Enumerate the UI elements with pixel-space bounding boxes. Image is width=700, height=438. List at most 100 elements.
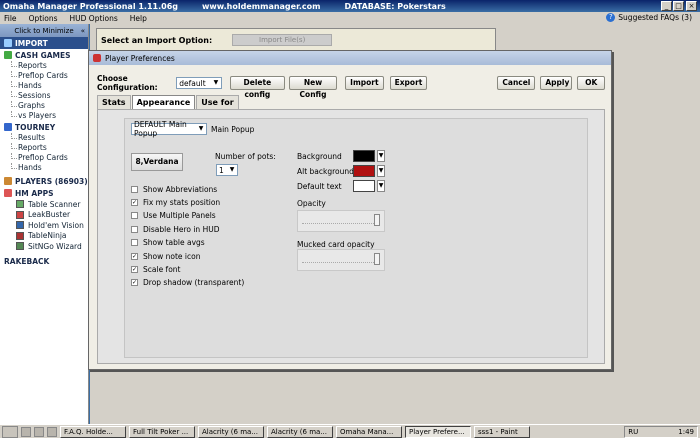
chevron-down-icon[interactable]: ▼ <box>377 165 385 177</box>
task-faq[interactable]: F.A.Q. Holde... <box>60 425 126 438</box>
checkbox[interactable] <box>131 226 138 233</box>
table-scanner-icon <box>16 200 24 209</box>
opacity-slider[interactable] <box>297 210 385 232</box>
menu-hud-options[interactable]: HUD Options <box>70 14 118 23</box>
slider-thumb[interactable] <box>374 253 380 265</box>
option-show-note-icon[interactable]: ✓ Show note icon <box>131 252 200 261</box>
sidebar-item-vs-players[interactable]: vs Players <box>0 111 88 121</box>
app-title: Omaha Manager Professional 1.11.06g <box>3 1 178 11</box>
task-paint[interactable]: sss1 - Paint <box>474 425 530 438</box>
font-button[interactable]: 8,Verdana <box>131 153 183 171</box>
appearance-panel: DEFAULT Main Popup ▼ Main Popup 8,Verdan… <box>97 109 605 364</box>
dialog-titlebar: Player Preferences <box>89 51 611 65</box>
import-files-button[interactable]: Import File(s) <box>232 34 333 46</box>
checkbox[interactable]: ✓ <box>131 266 138 273</box>
checkbox[interactable]: ✓ <box>131 253 138 260</box>
option-show-abbreviations[interactable]: Show Abbreviations <box>131 185 217 194</box>
checkbox[interactable] <box>131 212 138 219</box>
option-scale-font[interactable]: ✓ Scale font <box>131 265 181 274</box>
sidebar-app-table-scanner[interactable]: Table Scanner <box>0 199 88 210</box>
sidebar-app-sitngo-wizard[interactable]: SitNGo Wizard <box>0 241 88 252</box>
sidebar-item-reports[interactable]: Reports <box>0 61 88 71</box>
tab-appearance[interactable]: Appearance <box>131 95 196 109</box>
language-indicator[interactable]: RU <box>628 428 638 436</box>
sidebar-cash-label: CASH GAMES <box>15 50 71 60</box>
chevron-down-icon[interactable]: ▼ <box>377 180 385 192</box>
sidebar-app-holdem-vision[interactable]: Hold'em Vision <box>0 220 88 231</box>
chevron-down-icon[interactable]: ▼ <box>377 150 385 162</box>
sidebar-item-hands[interactable]: Hands <box>0 81 88 91</box>
holdem-vision-icon <box>16 221 24 230</box>
apply-button[interactable]: Apply <box>540 76 573 90</box>
tableninja-icon <box>16 231 24 240</box>
maximize-icon[interactable]: □ <box>673 1 684 11</box>
option-label: Disable Hero in HUD <box>143 225 220 234</box>
quicklaunch-icon[interactable] <box>47 426 57 437</box>
sidebar-item-results[interactable]: Results <box>0 133 88 143</box>
sidebar-hm-apps[interactable]: HM APPS <box>0 187 88 199</box>
quicklaunch-icon[interactable] <box>21 426 31 437</box>
option-show-table-avgs[interactable]: Show table avgs <box>131 238 205 247</box>
task-omaha-manager[interactable]: Omaha Mana... <box>336 425 402 438</box>
mucked-opacity-label: Mucked card opacity <box>297 240 375 249</box>
sidebar-cash-games[interactable]: CASH GAMES <box>0 49 88 61</box>
sidebar-rakeback[interactable]: RAKEBACK <box>0 256 88 268</box>
import-button[interactable]: Import <box>345 76 384 90</box>
sidebar-tourney-label: TOURNEY <box>15 122 56 132</box>
checkbox[interactable]: ✓ <box>131 199 138 206</box>
default-text-color-swatch[interactable] <box>353 180 375 192</box>
task-player-preferences[interactable]: Player Prefere... <box>405 425 471 438</box>
checkbox[interactable]: ✓ <box>131 279 138 286</box>
sidebar-item-tourney-hands[interactable]: Hands <box>0 163 88 173</box>
start-button[interactable] <box>2 425 18 438</box>
new-config-button[interactable]: New Config <box>288 76 338 99</box>
task-alacrity-1[interactable]: Alacrity (6 ma... <box>198 425 264 438</box>
delete-config-button[interactable]: Delete config <box>229 76 285 99</box>
app-label: LeakBuster <box>28 210 71 220</box>
export-button[interactable]: Export <box>389 76 428 90</box>
minimize-sidebar-button[interactable]: Click to Minimize « <box>0 24 88 37</box>
sidebar-item-graphs[interactable]: Graphs <box>0 101 88 111</box>
faq-label: Suggested FAQs (3) <box>618 13 692 22</box>
popup-select[interactable]: DEFAULT Main Popup ▼ <box>131 120 207 138</box>
menu-help[interactable]: Help <box>130 14 147 23</box>
tab-stats[interactable]: Stats <box>97 95 131 109</box>
suggested-faqs-link[interactable]: ? Suggested FAQs (3) <box>606 13 692 22</box>
menu-options[interactable]: Options <box>29 14 58 23</box>
ok-button[interactable]: OK <box>577 76 605 90</box>
cancel-button[interactable]: Cancel <box>497 76 536 90</box>
checkbox[interactable] <box>131 186 138 193</box>
option-disable-hero-in-hud[interactable]: Disable Hero in HUD <box>131 225 219 234</box>
task-alacrity-2[interactable]: Alacrity (6 ma... <box>267 425 333 438</box>
sidebar-item-sessions[interactable]: Sessions <box>0 91 88 101</box>
config-value: default <box>179 78 206 88</box>
tourney-icon <box>4 123 12 131</box>
option-fix-stats-position[interactable]: ✓ Fix my stats position <box>131 198 220 207</box>
sidebar-players[interactable]: PLAYERS (86903) <box>0 175 88 187</box>
sidebar-tourney[interactable]: TOURNEY <box>0 121 88 133</box>
sidebar-app-tableninja[interactable]: TableNinja <box>0 231 88 242</box>
import-icon <box>4 39 12 47</box>
sidebar-item-preflop-cards[interactable]: Preflop Cards <box>0 71 88 81</box>
slider-thumb[interactable] <box>374 214 380 226</box>
chevron-down-icon: ▼ <box>213 79 219 86</box>
tab-use-for[interactable]: Use for <box>196 95 239 109</box>
quicklaunch-icon[interactable] <box>34 426 44 437</box>
num-pots-select[interactable]: 1 ▼ <box>216 164 238 176</box>
option-drop-shadow[interactable]: ✓ Drop shadow (transparent) <box>131 278 244 287</box>
close-icon[interactable]: × <box>686 1 697 11</box>
checkbox[interactable] <box>131 239 138 246</box>
task-full-tilt[interactable]: Full Tilt Poker ... <box>129 425 195 438</box>
player-preferences-dialog: Player Preferences Choose Configuration:… <box>88 50 612 370</box>
config-select[interactable]: default ▼ <box>176 77 222 89</box>
sidebar-item-tourney-reports[interactable]: Reports <box>0 143 88 153</box>
alt-background-color-swatch[interactable] <box>353 165 375 177</box>
background-color-swatch[interactable] <box>353 150 375 162</box>
sidebar-import[interactable]: IMPORT <box>0 37 88 49</box>
menu-file[interactable]: File <box>4 14 17 23</box>
sidebar-app-leakbuster[interactable]: LeakBuster <box>0 210 88 221</box>
minimize-icon[interactable]: _ <box>661 1 672 11</box>
sidebar-item-tourney-preflop[interactable]: Preflop Cards <box>0 153 88 163</box>
mucked-opacity-slider[interactable] <box>297 249 385 271</box>
option-use-multiple-panels[interactable]: Use Multiple Panels <box>131 211 216 220</box>
